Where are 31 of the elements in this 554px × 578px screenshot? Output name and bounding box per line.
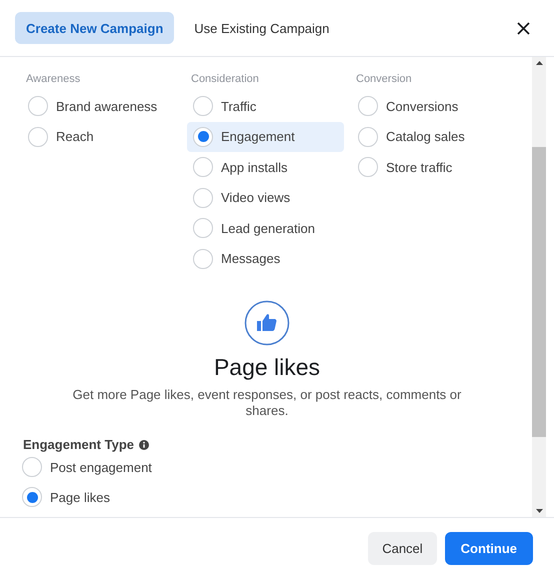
radio-button[interactable] [22, 487, 42, 507]
objective-option[interactable]: Conversions [352, 91, 509, 121]
type-option-label: Page likes [50, 490, 110, 504]
objective-title: Page likes [214, 354, 320, 381]
tab[interactable]: Create New Campaign [15, 12, 174, 44]
close-icon[interactable] [517, 22, 530, 34]
scroll-up-icon[interactable] [536, 61, 542, 65]
objective-description: Get more Page likes, event responses, or post reacts, comments or shares. [72, 387, 462, 419]
continue-button[interactable]: Continue [444, 532, 533, 564]
radio-button[interactable] [22, 457, 42, 477]
objective-option[interactable]: Video views [187, 182, 344, 212]
objective-option[interactable]: Brand awareness [22, 91, 179, 121]
tab[interactable]: Use Existing Campaign [186, 12, 338, 44]
objective-option[interactable]: Engagement [187, 122, 344, 152]
objective-option[interactable]: Reach [22, 122, 179, 152]
group-heading: Consideration [190, 73, 260, 85]
cancel-button[interactable]: Cancel [368, 532, 437, 564]
objective-option[interactable]: Messages [187, 244, 344, 274]
thumbs-up-icon [244, 300, 290, 346]
type-option-label: Post engagement [50, 460, 152, 474]
group-heading: Conversion [355, 73, 413, 85]
objective-option[interactable]: Traffic [187, 91, 344, 121]
objective-option[interactable]: App installs [187, 152, 344, 182]
scroll-down-icon[interactable] [536, 509, 542, 513]
scrollbar[interactable] [532, 57, 546, 517]
objective-option[interactable]: Catalog sales [352, 122, 509, 152]
section-label: Engagement Type [23, 437, 134, 452]
objective-option[interactable]: Store traffic [352, 152, 509, 182]
group-heading: Awareness [25, 73, 82, 85]
info-icon [139, 440, 150, 450]
objective-option[interactable]: Lead generation [187, 213, 344, 243]
